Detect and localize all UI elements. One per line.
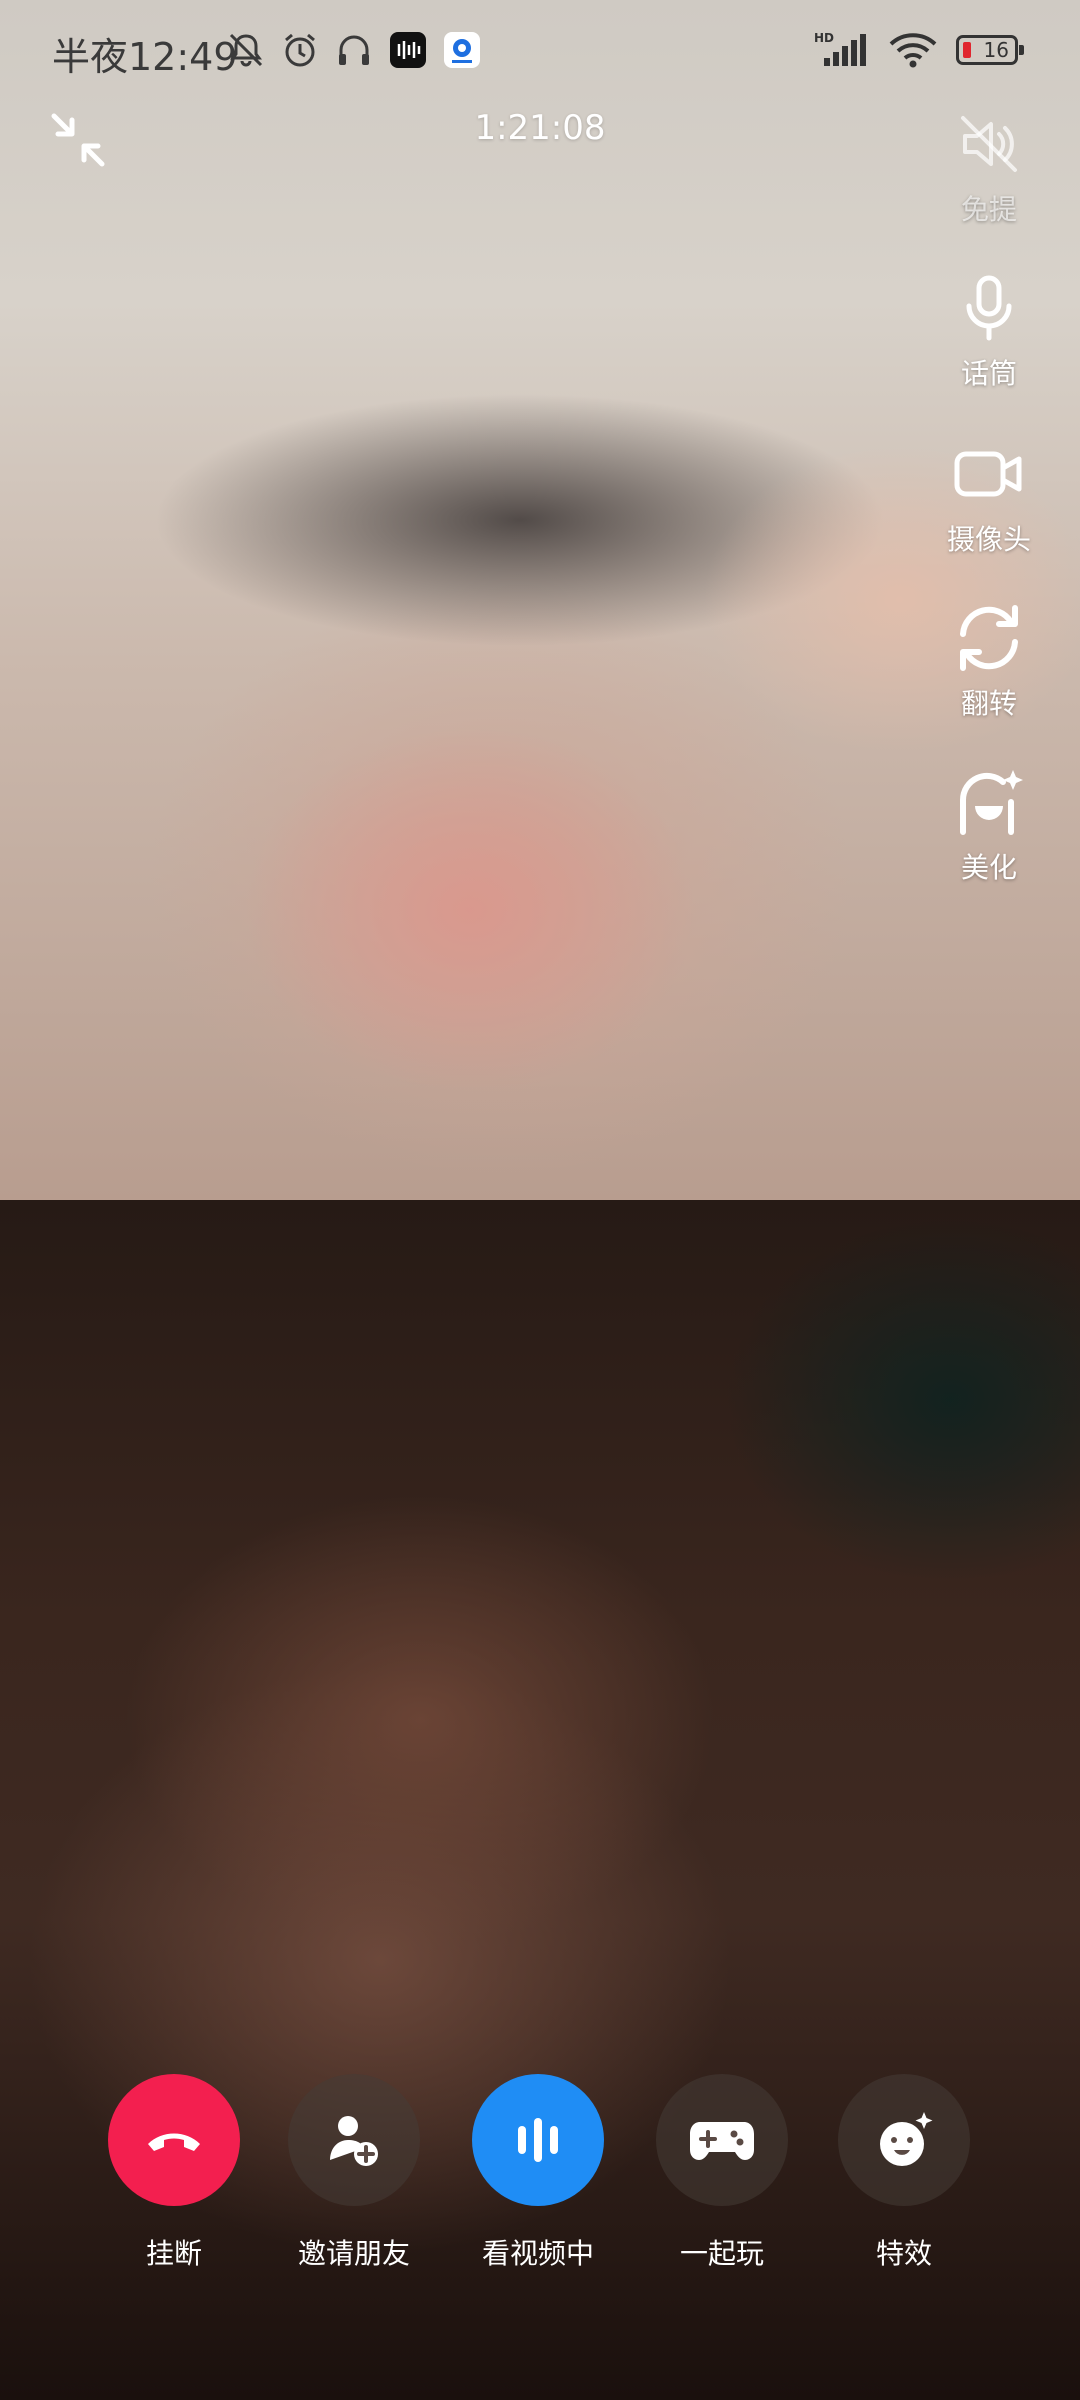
hangup-label: 挂断: [145, 2237, 202, 2270]
play-circle[interactable]: [656, 2074, 788, 2206]
speaker-label: 免提: [960, 193, 1017, 226]
microphone-icon: [949, 268, 1029, 348]
watch-circle[interactable]: [472, 2074, 604, 2206]
invite-label: 邀请朋友: [297, 2237, 410, 2270]
effects-button[interactable]: 特效: [814, 2074, 994, 2272]
minimize-window-icon[interactable]: [46, 108, 110, 172]
sparkle-face-icon: [880, 2112, 933, 2166]
effects-label: 特效: [875, 2237, 932, 2270]
microphone-toggle[interactable]: 话筒: [914, 268, 1064, 392]
phone-hangup-icon: [148, 2133, 200, 2151]
status-right-group: HD 16: [814, 30, 1024, 70]
gamepad-icon: [690, 2122, 754, 2160]
battery-indicator: 16: [956, 35, 1024, 65]
play-together-button[interactable]: 一起玩: [632, 2074, 812, 2272]
bell-off-icon: [226, 30, 266, 70]
camera-label: 摄像头: [946, 523, 1031, 556]
signal-hd-icon: HD: [814, 30, 870, 70]
speaker-toggle[interactable]: 免提: [914, 104, 1064, 228]
battery-percent: 16: [983, 38, 1009, 62]
flip-label: 翻转: [960, 687, 1017, 720]
battery-level-fill: [963, 42, 971, 58]
call-action-bar: 挂断 邀请朋友 看视频中 一起玩 特效: [0, 2074, 1080, 2274]
speaker-off-icon: [949, 104, 1029, 184]
wifi-icon: [888, 30, 938, 70]
alarm-icon: [280, 30, 320, 70]
watch-label: 看视频中: [481, 2237, 594, 2270]
invite-friends-button[interactable]: 邀请朋友: [264, 2074, 444, 2272]
play-label: 一起玩: [679, 2237, 764, 2270]
app-music-icon: [388, 30, 428, 70]
hangup-circle[interactable]: [108, 2074, 240, 2206]
call-duration: 1:21:08: [474, 108, 606, 148]
effects-circle[interactable]: [838, 2074, 970, 2206]
headphones-icon: [334, 30, 374, 70]
beauty-label: 美化: [960, 851, 1017, 884]
status-time: 半夜12:49: [52, 35, 238, 79]
svg-text:HD: HD: [814, 31, 834, 45]
beauty-button[interactable]: 美化: [914, 762, 1064, 886]
flip-camera-button[interactable]: 翻转: [914, 598, 1064, 722]
invite-circle[interactable]: [288, 2074, 420, 2206]
flip-camera-icon: [949, 598, 1029, 678]
status-notification-icons: [226, 30, 482, 70]
audio-bars-icon: [518, 2118, 558, 2162]
microphone-label: 话筒: [960, 357, 1017, 390]
add-person-icon: [330, 2116, 378, 2166]
camera-toggle[interactable]: 摄像头: [914, 434, 1064, 558]
watch-video-button[interactable]: 看视频中: [448, 2074, 628, 2272]
beauty-face-icon: [949, 762, 1029, 842]
app-browser-icon: [442, 30, 482, 70]
status-bar: 半夜12:49 HD 16: [0, 0, 1080, 104]
hangup-button[interactable]: 挂断: [84, 2074, 264, 2272]
video-camera-icon: [949, 434, 1029, 514]
